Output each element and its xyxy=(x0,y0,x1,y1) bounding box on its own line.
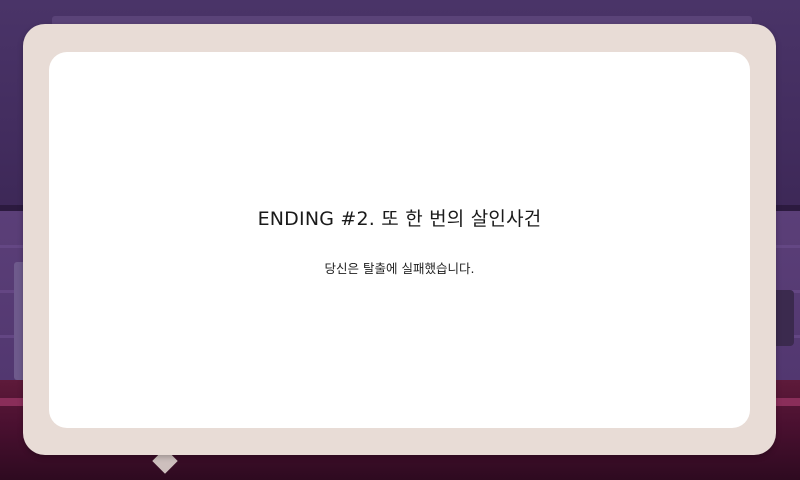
ending-dialog[interactable]: ENDING #2. 또 한 번의 살인사건 당신은 탈출에 실패했습니다. xyxy=(23,24,776,455)
ending-title: ENDING #2. 또 한 번의 살인사건 xyxy=(257,208,542,230)
ending-message: 당신은 탈출에 실패했습니다. xyxy=(324,261,475,276)
ending-dialog-panel: ENDING #2. 또 한 번의 살인사건 당신은 탈출에 실패했습니다. xyxy=(49,52,750,428)
